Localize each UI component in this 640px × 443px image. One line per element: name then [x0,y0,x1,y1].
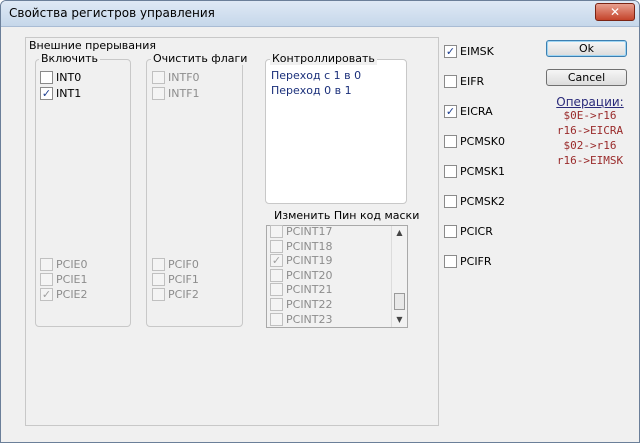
checkbox-box[interactable] [270,268,283,282]
control-option[interactable]: Переход с 1 в 0 [271,69,361,82]
checkbox-box[interactable] [40,258,53,271]
dialog-client: Внешние прерывания Включить Очистить фла… [5,28,635,440]
scroll-down-arrow-icon[interactable]: ▼ [392,313,407,327]
checkbox-box[interactable] [40,71,53,84]
checkbox-label: PCINT19 [286,254,333,268]
checkbox-box[interactable] [444,225,457,238]
checkbox-box[interactable] [444,75,457,88]
checkbox-label: INT0 [56,71,82,84]
checkbox-label: PCMSK1 [460,165,505,178]
checkbox-pcint19[interactable]: ✓ PCINT19 [270,253,333,268]
checkbox-box[interactable] [270,239,283,253]
checkbox-label: PCINT21 [286,283,333,297]
window-title: Свойства регистров управления [9,6,215,20]
checkbox-label: INTF1 [168,87,200,100]
external-interrupts-label: Внешние прерывания [27,39,158,52]
checkbox-box[interactable] [444,255,457,268]
checkbox-label: EIFR [460,75,485,88]
enable-group-label: Включить [39,52,101,65]
cancel-button[interactable]: Cancel [546,69,627,86]
checkbox-pcint23[interactable]: PCINT23 [270,312,333,327]
checkbox-label: EIMSK [460,45,494,58]
checkbox-pcif0[interactable]: PCIF0 [152,257,199,272]
checkbox-label: PCINT23 [286,312,333,326]
checkbox-label: INT1 [56,87,82,100]
checkbox-label: PCINT22 [286,298,333,311]
checkbox-box[interactable] [444,195,457,208]
checkbox-pcie2[interactable]: ✓ PCIE2 [40,287,88,302]
close-button[interactable]: ✕ [595,3,635,21]
checkmark-icon[interactable]: ✓ [40,87,53,100]
scroll-up-arrow-icon[interactable]: ▲ [392,226,407,240]
checkbox-box[interactable] [444,165,457,178]
title-bar[interactable]: Свойства регистров управления ✕ [1,1,639,27]
ok-button[interactable]: Ok [546,40,627,57]
checkmark-icon[interactable]: ✓ [40,288,53,301]
checkbox-intf1[interactable]: INTF1 [152,86,200,101]
checkbox-label: PCIE1 [56,273,88,286]
checkbox-box[interactable] [152,273,165,286]
checkbox-box[interactable] [152,71,165,84]
checkmark-icon[interactable]: ✓ [444,105,457,118]
checkbox-reg-eifr[interactable]: EIFR [444,74,484,89]
checkbox-reg-pcicr[interactable]: PCICR [444,224,493,239]
checkbox-pcint20[interactable]: PCINT20 [270,268,333,283]
checkbox-int0[interactable]: INT0 [40,70,81,85]
checkbox-label: INTF0 [168,71,200,84]
control-group-label: Контроллировать [270,52,377,65]
pin-mask-scrollbar[interactable]: ▲ ▼ [391,226,407,327]
checkbox-reg-pcifr[interactable]: PCIFR [444,254,492,269]
checkbox-reg-eimsk[interactable]: ✓ EIMSK [444,44,494,59]
checkbox-label: PCIFR [460,255,492,268]
checkbox-pcif2[interactable]: PCIF2 [152,287,199,302]
checkbox-intf0[interactable]: INTF0 [152,70,200,85]
checkbox-box[interactable] [270,225,283,238]
checkbox-label: PCMSK2 [460,195,505,208]
checkmark-icon[interactable]: ✓ [444,45,457,58]
pin-mask-list[interactable]: ▲ ▼ PCINT17 PCINT18 ✓ PCINT19 PCINT20 PCINT21… [266,225,408,328]
operation-line: r16->EICRA [556,124,624,137]
checkbox-reg-pcmsk2[interactable]: PCMSK2 [444,194,505,209]
checkbox-box[interactable] [444,135,457,148]
checkbox-box[interactable] [40,273,53,286]
checkbox-pcie0[interactable]: PCIE0 [40,257,88,272]
operations-title: Операции: [556,95,624,109]
checkbox-box[interactable] [270,312,283,326]
checkbox-pcint18[interactable]: PCINT18 [270,239,333,254]
checkbox-label: PCICR [460,225,493,238]
dialog-window: Свойства регистров управления ✕ Внешние … [0,0,640,443]
checkbox-pcint22[interactable]: PCINT22 [270,297,333,312]
checkbox-box[interactable] [152,258,165,271]
checkbox-label: PCIF1 [168,273,199,286]
control-option[interactable]: Переход 0 в 1 [271,84,352,97]
checkbox-reg-pcmsk1[interactable]: PCMSK1 [444,164,505,179]
checkbox-label: PCINT20 [286,268,333,282]
checkbox-pcie1[interactable]: PCIE1 [40,272,88,287]
checkbox-pcint17[interactable]: PCINT17 [270,224,333,239]
checkbox-reg-eicra[interactable]: ✓ EICRA [444,104,493,119]
checkbox-label: PCINT17 [286,225,333,238]
checkbox-label: PCINT18 [286,239,333,253]
checkbox-int1[interactable]: ✓ INT1 [40,86,81,101]
checkbox-label: PCMSK0 [460,135,505,148]
checkbox-box[interactable] [270,283,283,297]
checkbox-pcif1[interactable]: PCIF1 [152,272,199,287]
checkbox-pcint21[interactable]: PCINT21 [270,282,333,297]
checkbox-label: PCIE0 [56,258,88,271]
checkbox-label: PCIE2 [56,288,88,301]
checkbox-box[interactable] [270,298,283,311]
operation-line: r16->EIMSK [556,154,624,167]
checkbox-reg-pcmsk0[interactable]: PCMSK0 [444,134,505,149]
operation-line: $02->r16 [563,139,617,152]
checkbox-label: EICRA [460,105,493,118]
scroll-thumb[interactable] [394,293,405,310]
checkbox-label: PCIF0 [168,258,199,271]
clear-flags-group-label: Очистить флаги [151,52,250,65]
checkbox-box[interactable] [152,87,165,100]
pin-mask-group-label: Изменить Пин код маски [272,209,422,222]
checkbox-label: PCIF2 [168,288,199,301]
checkbox-box[interactable] [152,288,165,301]
checkmark-icon[interactable]: ✓ [270,254,283,268]
operation-line: $0E->r16 [563,109,617,122]
